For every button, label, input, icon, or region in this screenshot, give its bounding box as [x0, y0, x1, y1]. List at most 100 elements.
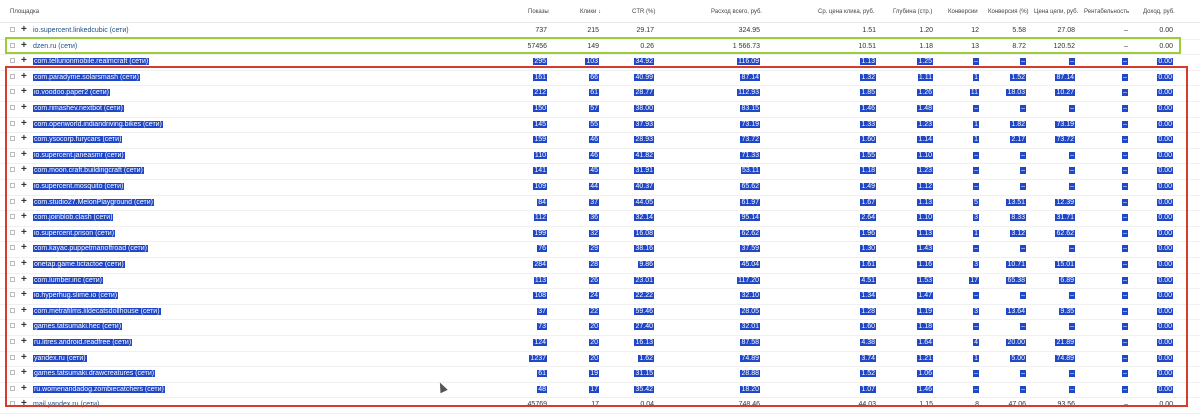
table-row[interactable]: + io.voodoo.paper2 (сети) 212 61 28.77 112.93… [0, 85, 1200, 102]
expand-plus-icon[interactable]: + [21, 149, 27, 161]
expand-plus-icon[interactable]: + [21, 102, 27, 114]
site-name-link[interactable]: io.supercent.linkedcubic (сети) [33, 26, 129, 35]
table-row[interactable]: + com.joinblob.clash (сети) 112 36 32.14 95.1… [0, 210, 1200, 227]
checkbox-icon[interactable] [10, 151, 15, 157]
col-profitability[interactable]: Рентабельность [1084, 9, 1129, 15]
site-name-link[interactable]: onetap.game.tictactoe (сети) [33, 260, 125, 269]
expand-plus-icon[interactable]: + [21, 336, 27, 348]
site-name-link[interactable]: com.openworld.indiandriving.bikes (сети) [33, 120, 163, 129]
checkbox-icon[interactable] [10, 198, 15, 204]
table-row[interactable]: + ru.litres.android.readfree (сети) 124 20 1… [0, 335, 1200, 352]
expand-plus-icon[interactable]: + [21, 383, 27, 395]
checkbox-icon[interactable] [10, 27, 15, 32]
col-spend[interactable]: Расход всего, руб. [711, 9, 762, 15]
checkbox-icon[interactable] [10, 292, 15, 298]
table-row[interactable]: + com.lumber.inc (сети) 113 26 23.01 117.20 4.… [0, 273, 1200, 290]
site-name-link[interactable]: com.metrafilms.lildecatsdollhouse (сети) [33, 307, 161, 316]
site-name-link[interactable]: com.kayac.puppetmanoffroad (сети) [33, 244, 148, 253]
table-row[interactable]: + com.tellurionmobile.realmcraft (сети) 29… [0, 54, 1200, 71]
col-site[interactable]: Площадка [10, 9, 39, 15]
checkbox-icon[interactable] [10, 73, 15, 79]
table-row[interactable]: + com.kayac.puppetmanoffroad (сети) 76 29 38… [0, 241, 1200, 258]
checkbox-icon[interactable] [10, 261, 15, 266]
expand-plus-icon[interactable]: + [21, 367, 27, 379]
site-name-link[interactable]: ru.womenandadog.zombiecatchers (сети) [33, 385, 165, 394]
expand-plus-icon[interactable]: + [21, 133, 27, 145]
expand-plus-icon[interactable]: + [21, 164, 27, 176]
site-name-link[interactable]: com.paradyme.solarsmash (сети) [33, 73, 140, 82]
table-row[interactable]: + onetap.game.tictactoe (сети) 284 28 9.86 45… [0, 257, 1200, 274]
table-row[interactable]: + mail.yandex.ru (сети) 45769 17 0.04 748.46 4… [0, 397, 1200, 414]
table-row[interactable]: + com.rimashev.nextbot (сети) 150 57 38.00 83… [0, 101, 1200, 118]
checkbox-icon[interactable] [10, 276, 15, 282]
col-shows[interactable]: Показы [528, 9, 549, 15]
table-row[interactable]: + io.supercent.janeasmr (сети) 110 46 41.82 7… [0, 148, 1200, 165]
expand-plus-icon[interactable]: + [21, 352, 27, 364]
expand-plus-icon[interactable]: + [21, 398, 27, 410]
table-row[interactable]: + dzen.ru (сети) 57456 149 0.26 1 566.73 10.51… [0, 39, 1200, 56]
site-name-link[interactable]: ru.litres.android.readfree (сети) [33, 338, 133, 347]
checkbox-icon[interactable] [10, 229, 15, 235]
checkbox-icon[interactable] [10, 245, 15, 251]
site-name-link[interactable]: io.supercent.janeasmr (сети) [33, 151, 125, 160]
expand-plus-icon[interactable]: + [21, 71, 27, 83]
site-name-link[interactable]: com.lumber.inc (сети) [33, 276, 103, 285]
checkbox-icon[interactable] [10, 354, 15, 360]
expand-plus-icon[interactable]: + [21, 227, 27, 239]
expand-plus-icon[interactable]: + [21, 211, 27, 223]
site-name-link[interactable]: io.supercent.prison (сети) [33, 229, 116, 238]
expand-plus-icon[interactable]: + [21, 242, 27, 254]
site-name-link[interactable]: com.joinblob.clash (сети) [33, 213, 114, 222]
site-name-link[interactable]: dzen.ru (сети) [33, 42, 77, 51]
col-cpc[interactable]: Ср. цена клика, руб. [818, 9, 874, 15]
col-income[interactable]: Доход, руб. [1143, 9, 1175, 15]
checkbox-icon[interactable] [10, 120, 15, 126]
col-ctr[interactable]: CTR (%) [632, 9, 655, 15]
expand-plus-icon[interactable]: + [21, 86, 27, 98]
site-name-link[interactable]: games.tatsumaki.hec (сети) [33, 322, 123, 331]
checkbox-icon[interactable] [10, 89, 15, 95]
expand-plus-icon[interactable]: + [21, 24, 27, 36]
checkbox-icon[interactable] [10, 401, 15, 407]
col-conversions[interactable]: Конверсии [948, 9, 978, 15]
expand-plus-icon[interactable]: + [21, 180, 27, 192]
checkbox-icon[interactable] [10, 136, 15, 142]
expand-plus-icon[interactable]: + [21, 305, 27, 317]
table-row[interactable]: + yandex.ru (сети) 1237 20 1.62 74.89 3.74 1.21… [0, 351, 1200, 368]
table-row[interactable]: + com.metrafilms.lildecatsdollhouse (сети… [0, 304, 1200, 321]
site-name-link[interactable]: yandex.ru (сети) [33, 354, 87, 363]
site-name-link[interactable]: games.tatsumaki.drawcreatures (сети) [33, 369, 156, 378]
col-depth[interactable]: Глубина (стр.) [893, 9, 932, 15]
site-name-link[interactable]: com.moon.craft.buildingcraft (сети) [33, 166, 144, 175]
checkbox-icon[interactable] [10, 167, 15, 173]
expand-plus-icon[interactable]: + [21, 40, 27, 52]
table-row[interactable]: + io.supercent.linkedcubic (сети) 737 215 29… [0, 23, 1200, 40]
site-name-link[interactable]: com.rimashev.nextbot (сети) [33, 104, 124, 113]
checkbox-icon[interactable] [10, 339, 15, 344]
site-name-link[interactable]: io.voodoo.paper2 (сети) [33, 88, 110, 97]
table-row[interactable]: + com.openworld.indiandriving.bikes (сети… [0, 117, 1200, 134]
table-row[interactable]: + io.supercent.prison (сети) 199 32 16.08 62.… [0, 226, 1200, 243]
checkbox-icon[interactable] [10, 58, 15, 64]
table-row[interactable]: + com.paradyme.solarsmash (сети) 161 66 40.9… [0, 70, 1200, 87]
expand-plus-icon[interactable]: + [21, 320, 27, 332]
table-row[interactable]: + games.tatsumaki.hec (сети) 73 20 27.40 32.0… [0, 319, 1200, 336]
col-goal-price[interactable]: Цена цели, руб. [1034, 9, 1078, 15]
checkbox-icon[interactable] [10, 307, 15, 313]
table-row[interactable]: + io.supercent.mosquito (сети) 109 44 40.37 6… [0, 179, 1200, 196]
expand-plus-icon[interactable]: + [21, 258, 27, 270]
checkbox-icon[interactable] [10, 183, 15, 188]
site-name-link[interactable]: io.hyperhug.slime.io (сети) [33, 291, 119, 300]
col-clicks[interactable]: Клики ↓ [580, 9, 601, 15]
checkbox-icon[interactable] [10, 214, 15, 220]
site-name-link[interactable]: com.tellurionmobile.realmcraft (сети) [33, 57, 150, 66]
site-name-link[interactable]: com.ysocorp.furycars (сети) [33, 135, 123, 144]
expand-plus-icon[interactable]: + [21, 274, 27, 286]
expand-plus-icon[interactable]: + [21, 55, 27, 67]
checkbox-icon[interactable] [10, 385, 15, 391]
checkbox-icon[interactable] [10, 323, 15, 329]
checkbox-icon[interactable] [10, 105, 15, 110]
table-row[interactable]: + com.studio27.MelonPlayground (сети) 84 37… [0, 195, 1200, 212]
col-conv-rate[interactable]: Конверсия (%) [988, 9, 1029, 15]
table-row[interactable]: + ru.womenandadog.zombiecatchers (сети) 48… [0, 382, 1200, 399]
